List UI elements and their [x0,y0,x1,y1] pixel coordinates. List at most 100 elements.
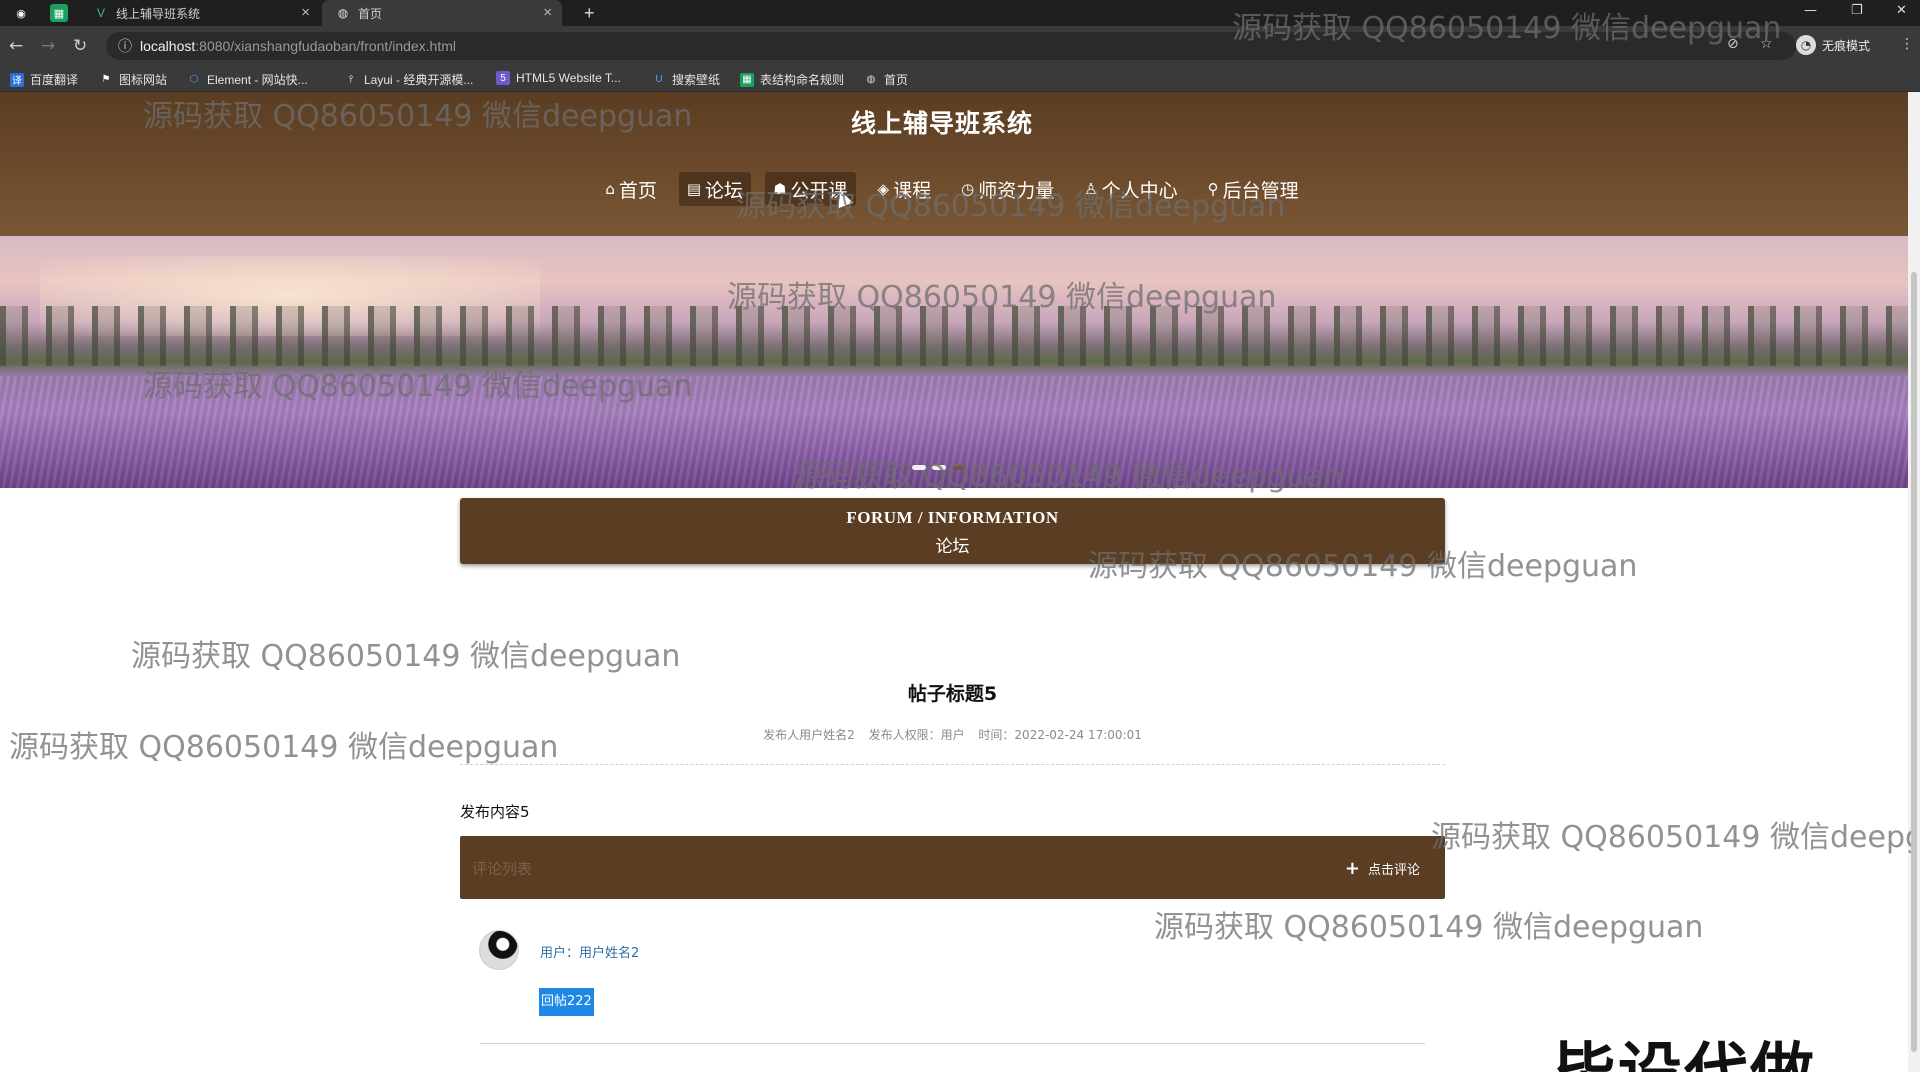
tab-label: 线上辅导班系统 [116,6,201,21]
user-icon: ♙ [1084,180,1098,198]
nav-label: 师资力量 [978,179,1055,202]
banner-carousel[interactable] [0,236,1908,488]
bookmark-label: 表结构命名规则 [760,73,845,87]
close-window-icon[interactable]: ✕ [1896,3,1907,18]
carousel-dot[interactable] [932,465,946,470]
bookmark-item[interactable]: 5 HTML5 Website T... [496,71,621,85]
page-scrollbar[interactable] [1908,92,1920,1072]
carousel-indicators [912,465,966,470]
minimize-icon[interactable]: — [1804,3,1817,18]
bookmark-label: 搜索壁纸 [672,73,721,87]
page-viewport: 线上辅导班系统 ⌂ 首页 ▤ 论坛 ☗ 公开课 ◈ 课程 ◷ 师资力量 ♙ 个人… [0,92,1908,1072]
eye-off-icon[interactable]: ⊘ [1727,36,1739,52]
post-meta: 发布人用户姓名2 发布人权限：用户 时间：2022-02-24 17:00:01 [460,726,1445,743]
link-icon: ⚲ [1207,180,1219,198]
bookmark-label: Layui - 经典开源模... [364,73,474,87]
info-icon[interactable]: ⓘ [118,36,132,56]
incognito-icon: ◔ [1796,35,1816,55]
bookmarks-bar: 译 百度翻译 ⚑ 图标网站 ⬡ Element - 网站快... ⫯ Layui… [0,66,1920,92]
nav-teachers[interactable]: ◷ 师资力量 [953,172,1062,206]
star-icon[interactable]: ☆ [1760,36,1773,52]
browser-tab-bar: ◉ ▦ V 线上辅导班系统 × ◍ 首页 × + — ❐ ✕ [0,0,1920,26]
bookmark-item[interactable]: ⚑ 图标网站 [99,71,168,88]
bookmark-item[interactable]: U 搜索壁纸 [652,71,720,88]
back-icon[interactable]: ← [9,36,23,56]
bookmark-item[interactable]: ◍ 首页 [864,71,908,88]
bookmark-label: 百度翻译 [30,73,79,87]
nav-label: 个人中心 [1101,179,1178,202]
section-title-zh: 论坛 [935,537,970,557]
globe-icon: ◍ [866,74,876,85]
bookmark-label: HTML5 Website T... [516,71,621,85]
nav-admin[interactable]: ⚲ 后台管理 [1200,172,1307,206]
more-icon[interactable]: ⋮ [1900,36,1914,52]
address-bar[interactable]: ⓘ localhost :8080/xianshangfudaoban/fron… [106,32,1796,60]
nav-home[interactable]: ⌂ 首页 [597,172,665,206]
scrollbar-thumb[interactable] [1911,272,1917,1052]
forum-icon: ▤ [686,180,702,198]
post-author: 发布人用户姓名2 [763,728,855,742]
url-host: localhost [140,38,196,54]
wallpaper-icon: U [655,74,663,85]
add-comment-button[interactable]: + 点击评论 [1345,858,1420,879]
site-header: 线上辅导班系统 ⌂ 首页 ▤ 论坛 ☗ 公开课 ◈ 课程 ◷ 师资力量 ♙ 个人… [0,92,1908,236]
url-path: :8080/xianshangfudaoban/front/index.html [195,38,457,54]
clock-icon: ◷ [961,180,975,198]
profile-label: 无痕模式 [1822,38,1871,53]
restore-icon[interactable]: ❐ [1851,3,1863,18]
forward-icon[interactable]: → [41,36,55,56]
post-time: 时间：2022-02-24 17:00:01 [978,728,1142,742]
carousel-dot[interactable] [952,465,966,470]
comment-text: 回帖222 [539,988,594,1016]
plus-icon: + [1344,858,1360,879]
sheet-app-icon[interactable]: ▦ [50,4,68,22]
flag-icon: ⚑ [101,74,111,85]
vue-icon: V [96,6,105,20]
banner-lavender-field [0,376,1908,488]
add-comment-label: 点击评论 [1367,863,1420,878]
forum-section-header: FORUM / INFORMATION 论坛 [460,498,1445,564]
new-tab-button[interactable]: + [570,0,600,26]
nav-label: 首页 [618,179,657,202]
tab-label: 首页 [358,6,383,21]
nav-forum[interactable]: ▤ 论坛 [678,172,752,206]
graduation-cap-icon: ☗ [773,180,787,198]
tab-home[interactable]: ◍ 首页 × [322,0,562,26]
nav-label: 论坛 [705,179,744,202]
banner-trees [0,306,1908,366]
bookmark-item[interactable]: 译 百度翻译 [10,71,78,88]
nav-course[interactable]: ◈ 课程 [870,172,940,206]
close-icon[interactable]: × [301,4,310,21]
close-icon[interactable]: × [543,4,552,21]
comment-list-label: 评论列表 [472,860,533,878]
sheet-icon: ▦ [740,72,754,87]
post-role: 发布人权限：用户 [868,728,965,742]
carousel-dot[interactable] [912,465,926,470]
bookmark-item[interactable]: ▦ 表结构命名规则 [740,71,844,88]
bookmark-label: 首页 [884,73,909,87]
main-nav: ⌂ 首页 ▤ 论坛 ☗ 公开课 ◈ 课程 ◷ 师资力量 ♙ 个人中心 ⚲ 后台管… [0,172,1908,206]
section-title-en: FORUM / INFORMATION [846,508,1059,527]
layui-icon: ⫯ [348,74,354,85]
browser-toolbar: ← → ↻ ⓘ localhost :8080/xianshangfudaoba… [0,26,1920,66]
post-title: 帖子标题5 [907,683,998,705]
avatar [479,930,519,970]
divider [480,1043,1425,1044]
reload-icon[interactable]: ↻ [73,36,87,56]
tab-site[interactable]: V 线上辅导班系统 × [80,0,320,26]
comment-user: 用户：用户姓名2 [540,946,640,961]
bookmark-item[interactable]: ⬡ Element - 网站快... [187,71,308,88]
translate-icon: 译 [10,72,24,87]
bookmark-label: Element - 网站快... [207,73,308,87]
element-icon: ⬡ [189,74,199,85]
browser-menu-icon[interactable]: ◉ [12,4,30,22]
home-icon: ⌂ [605,180,615,198]
comment-list-header: 评论列表 + 点击评论 [460,836,1445,899]
site-title: 线上辅导班系统 [850,109,1033,138]
promo-text: 毕设代做 [1552,1022,1816,1072]
html5-icon: 5 [496,71,510,85]
nav-label: 后台管理 [1222,179,1299,202]
bookmark-item[interactable]: ⫯ Layui - 经典开源模... [344,71,474,88]
incognito-profile[interactable]: ◔ 无痕模式 [1796,35,1870,55]
nav-personal-center[interactable]: ♙ 个人中心 [1076,172,1185,206]
